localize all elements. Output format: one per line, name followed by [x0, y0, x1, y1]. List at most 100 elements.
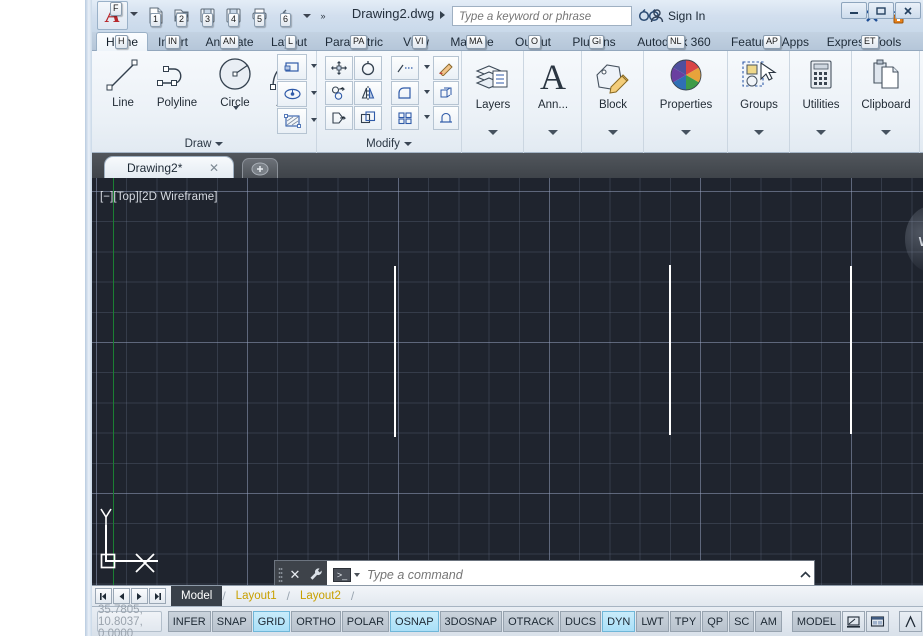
groups-button[interactable]: Groups: [733, 57, 785, 111]
clipboard-button[interactable]: Clipboard: [860, 57, 912, 111]
modify-array-chevron-down-icon[interactable]: [424, 115, 430, 119]
layers-button[interactable]: Layers: [467, 57, 519, 111]
status-toggle-ortho[interactable]: ORTHO: [291, 611, 341, 632]
last-layout-button[interactable]: [149, 588, 166, 604]
draw-polyline-button[interactable]: Polyline: [148, 55, 206, 109]
modify-trim-chevron-down-icon[interactable]: [424, 65, 430, 69]
next-layout-button[interactable]: [131, 588, 148, 604]
document-title-chevron-icon[interactable]: [440, 11, 445, 19]
drawing-canvas[interactable]: [−][Top][2D Wireframe] W: [92, 178, 923, 585]
close-icon[interactable]: ✕: [209, 161, 219, 175]
status-toggle-ducs[interactable]: DUCS: [559, 611, 602, 632]
layout-tab-layout1[interactable]: Layout1: [226, 586, 287, 607]
first-layout-button[interactable]: [95, 588, 112, 604]
block-button[interactable]: Block: [587, 57, 639, 111]
draw-circle-button[interactable]: Circle: [208, 53, 262, 110]
status-toggle-grid[interactable]: GRID: [252, 611, 291, 632]
status-toggle-sc[interactable]: SC: [729, 611, 755, 632]
close-button[interactable]: [895, 2, 921, 19]
status-toggle-3dosnap[interactable]: 3DOSNAP: [439, 611, 503, 632]
panel-utilities-expand-icon[interactable]: [815, 130, 826, 135]
modify-fillet-button[interactable]: [391, 81, 419, 105]
workspace-switch-icon[interactable]: [866, 611, 889, 632]
minimize-button[interactable]: [841, 2, 867, 19]
status-toggle-dyn[interactable]: DYN: [602, 611, 636, 632]
status-toggle-am[interactable]: AM: [755, 611, 782, 632]
qat-plot-button[interactable]: 5: [246, 4, 272, 28]
command-line-close-button[interactable]: ✕: [285, 561, 305, 588]
command-input[interactable]: [367, 567, 796, 582]
panel-block-expand-icon[interactable]: [607, 130, 618, 135]
line-icon: [106, 59, 138, 91]
layout-tab-model[interactable]: Model: [171, 585, 223, 607]
status-toggle-lwt[interactable]: LWT: [636, 611, 669, 632]
command-line-customize-button[interactable]: [305, 561, 327, 588]
status-toggle-polar[interactable]: POLAR: [341, 611, 390, 632]
modify-erase-button[interactable]: [433, 56, 459, 80]
viewport-controls-label[interactable]: [−][Top][2D Wireframe]: [100, 191, 218, 203]
application-menu-chevron-down-icon[interactable]: [130, 12, 138, 16]
sign-in-label[interactable]: Sign In: [668, 9, 705, 23]
drawn-line-2[interactable]: [669, 265, 671, 435]
command-line-expand-button[interactable]: [796, 561, 814, 588]
qat-save-document-button[interactable]: 3: [194, 4, 220, 28]
draw-rectangle-button[interactable]: [277, 54, 307, 80]
draw-circle-chevron-down-icon[interactable]: [233, 106, 239, 110]
status-toggle-snap[interactable]: SNAP: [211, 611, 252, 632]
tab-view-keytip: VI: [412, 35, 427, 49]
annotation-scale-icon[interactable]: [899, 611, 922, 632]
drawn-line-1[interactable]: [394, 266, 396, 437]
modify-copy-button[interactable]: [325, 81, 353, 105]
viewcube-west-label: W: [919, 234, 923, 249]
status-toggle-osnap[interactable]: OSNAP: [390, 611, 439, 632]
drawn-line-3[interactable]: [850, 266, 852, 434]
coordinates-display[interactable]: 35.7805, 10.8037, 0.0000: [97, 604, 162, 636]
layout-tab-layout2[interactable]: Layout2: [290, 586, 351, 607]
command-line-drag-handle[interactable]: [275, 561, 285, 588]
status-space-button[interactable]: MODEL: [791, 611, 841, 632]
draw-hatch-button[interactable]: [277, 108, 307, 134]
viewport-scale-icon[interactable]: [842, 611, 865, 632]
qat-open-document-button[interactable]: 2: [168, 4, 194, 28]
modify-scale-button[interactable]: [354, 106, 382, 130]
panel-annotation-expand-icon[interactable]: [547, 130, 558, 135]
modify-mirror-button[interactable]: [354, 81, 382, 105]
layout-tab-separator-3: /: [350, 589, 355, 603]
panel-properties-expand-icon[interactable]: [680, 130, 691, 135]
plus-icon: [251, 162, 269, 175]
draw-ellipse-button[interactable]: [277, 81, 307, 107]
panel-draw-title[interactable]: Draw: [92, 136, 316, 152]
properties-button[interactable]: Properties: [660, 57, 712, 111]
quick-access-toolbar: 1 2 3 4 5 6 »: [142, 3, 330, 29]
search-input[interactable]: [453, 8, 631, 26]
modify-array-button[interactable]: [391, 106, 419, 130]
status-toggle-infer[interactable]: INFER: [167, 611, 211, 632]
modify-trim-button[interactable]: [391, 56, 419, 80]
modify-fillet-chevron-down-icon[interactable]: [424, 90, 430, 94]
panel-groups-expand-icon[interactable]: [753, 130, 764, 135]
panel-modify-title[interactable]: Modify: [317, 136, 461, 152]
status-toggle-tpy[interactable]: TPY: [669, 611, 702, 632]
modify-explode-button[interactable]: [433, 81, 459, 105]
panel-clipboard-expand-icon[interactable]: [880, 130, 891, 135]
annotation-button[interactable]: A Ann...: [527, 55, 579, 111]
modify-move-button[interactable]: [325, 56, 353, 80]
status-toggle-qp[interactable]: QP: [702, 611, 729, 632]
status-toggle-otrack[interactable]: OTRACK: [503, 611, 559, 632]
qat-new-document-button[interactable]: 1: [142, 4, 168, 28]
previous-layout-button[interactable]: [113, 588, 130, 604]
panel-layers-expand-icon[interactable]: [487, 130, 498, 135]
command-history-chevron-down-icon[interactable]: [354, 572, 360, 577]
new-document-tab-button[interactable]: [242, 158, 278, 178]
text-a-icon: A: [540, 57, 566, 97]
qat-undo-button[interactable]: 6: [272, 4, 298, 28]
modify-stretch-button[interactable]: [325, 106, 353, 130]
modify-rotate-button[interactable]: [354, 56, 382, 80]
qat-save-as-button[interactable]: 4: [220, 4, 246, 28]
draw-line-button[interactable]: Line: [98, 55, 148, 109]
modify-extrude-button[interactable]: [433, 106, 459, 130]
document-tab-drawing2[interactable]: Drawing2* ✕: [104, 156, 234, 178]
search-field-wrapper[interactable]: [452, 6, 632, 26]
utilities-button[interactable]: Utilities: [795, 57, 847, 111]
restore-button[interactable]: [868, 2, 894, 19]
